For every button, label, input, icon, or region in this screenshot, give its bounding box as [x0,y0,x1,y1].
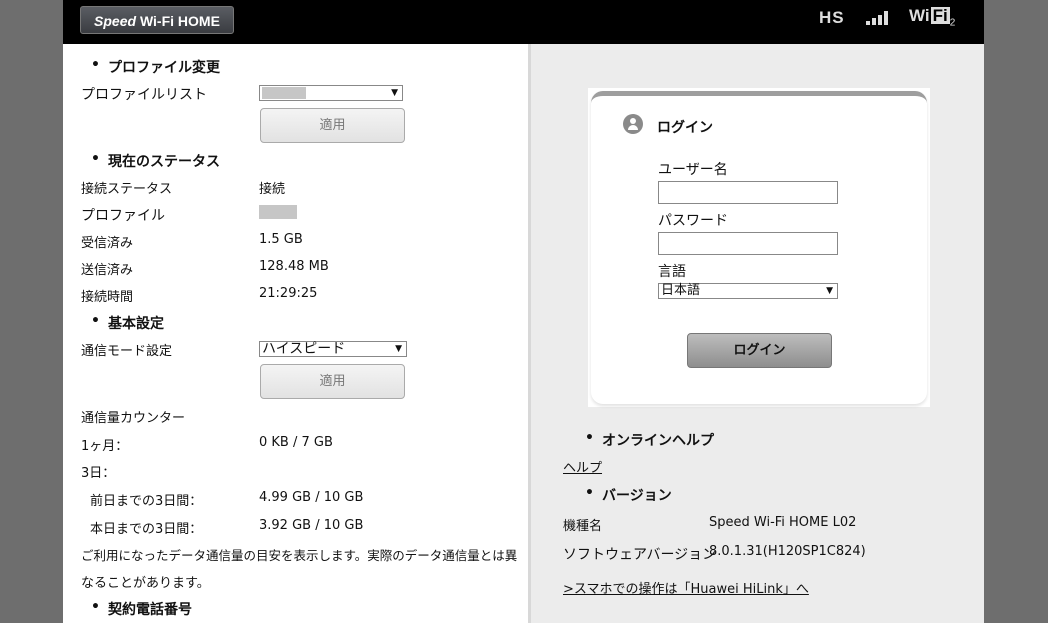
language-select[interactable]: 日本語 ▼ [658,283,838,299]
prev-three-days-label: 前日までの3日間： [90,494,203,509]
profile-label: プロファイル [81,208,165,224]
received-value: 1.5 GB [259,232,303,247]
data-counter-label: 通信量カウンター [81,411,186,426]
app-frame: Speed Wi-Fi HOME HS WiFi2 プロファイル変更 プロファイ… [63,0,984,623]
sent-label: 送信済み [81,263,134,278]
login-card: ログイン ユーザー名 パスワード 言語 日本語 ▼ ログイン [588,88,930,407]
signal-strength-icon [866,11,890,25]
user-icon [623,114,643,134]
profile-redacted [262,87,306,99]
login-button[interactable]: ログイン [687,333,832,368]
language-label: 言語 [658,264,686,280]
section-title-online-help: オンラインヘルプ [585,430,714,450]
profile-value [259,205,297,223]
brand-logo: Speed Wi-Fi HOME [80,6,234,34]
password-input[interactable] [658,232,838,255]
usage-note-line-1: ご利用になったデータ通信量の目安を表示します。実際のデータ通信量とは異 [81,548,518,563]
network-mode-indicator: HS [819,8,845,27]
software-version-label: ソフトウェアバージョン [563,547,717,563]
login-card-inner: ログイン ユーザー名 パスワード 言語 日本語 ▼ ログイン [591,91,927,404]
hilink-link[interactable]: >スマホでの操作は「Huawei HiLink」へ [563,578,809,597]
mode-apply-button[interactable]: 適用 [260,364,405,399]
wifi-icon: Wi Fi 2 [909,6,956,29]
section-title-profile-change: プロファイル変更 [91,57,220,77]
usage-note-line-2: なることがあります。 [81,576,210,591]
chevron-down-icon: ▼ [826,286,833,296]
prev-three-days-value: 4.99 GB / 10 GB [259,490,364,505]
chevron-down-icon: ▼ [391,88,398,98]
model-name-label: 機種名 [563,519,603,534]
comm-mode-label: 通信モード設定 [81,344,173,359]
received-label: 受信済み [81,236,134,251]
profile-list-select[interactable]: ▼ [259,85,403,101]
login-title: ログイン [657,120,713,136]
model-name-value: Speed Wi-Fi HOME L02 [709,515,857,530]
username-input[interactable] [658,181,838,204]
section-title-status: 現在のステータス [91,151,220,171]
software-version-value: 8.0.1.31(H120SP1C824) [709,544,866,559]
profile-value-redacted [259,205,297,219]
left-panel: プロファイル変更 プロファイルリスト ▼ 適用 現在のステータス 接続ステータス… [63,44,528,623]
status-value: 接続 [259,182,286,197]
password-label: パスワード [658,213,728,229]
chevron-down-icon: ▼ [395,344,402,354]
section-title-contract-number: 契約電話番号 [91,599,192,619]
section-title-version: バージョン [585,485,672,505]
top-bar: Speed Wi-Fi HOME HS Wi Fi 2 [63,0,984,44]
today-three-days-label: 本日までの3日間： [90,522,203,537]
right-panel: ログイン ユーザー名 パスワード 言語 日本語 ▼ ログイン オンラインヘルプ … [528,44,984,623]
three-day-label: 3日： [81,466,116,481]
username-label: ユーザー名 [658,162,728,178]
sent-value: 128.48 MB [259,259,329,274]
monthly-label: 1ヶ月： [81,439,129,454]
profile-apply-button[interactable]: 適用 [260,108,405,143]
help-link[interactable]: ヘルプ [563,457,602,476]
monthly-value: 0 KB / 7 GB [259,435,333,450]
today-three-days-value: 3.92 GB / 10 GB [259,518,364,533]
comm-mode-select[interactable]: ハイスピード ▼ [259,341,407,357]
status-label: 接続ステータス [81,182,173,197]
section-title-basic-settings: 基本設定 [91,313,164,333]
connection-time-value: 21:29:25 [259,286,318,301]
profile-list-label: プロファイルリスト [81,87,207,103]
connection-time-label: 接続時間 [81,290,134,305]
